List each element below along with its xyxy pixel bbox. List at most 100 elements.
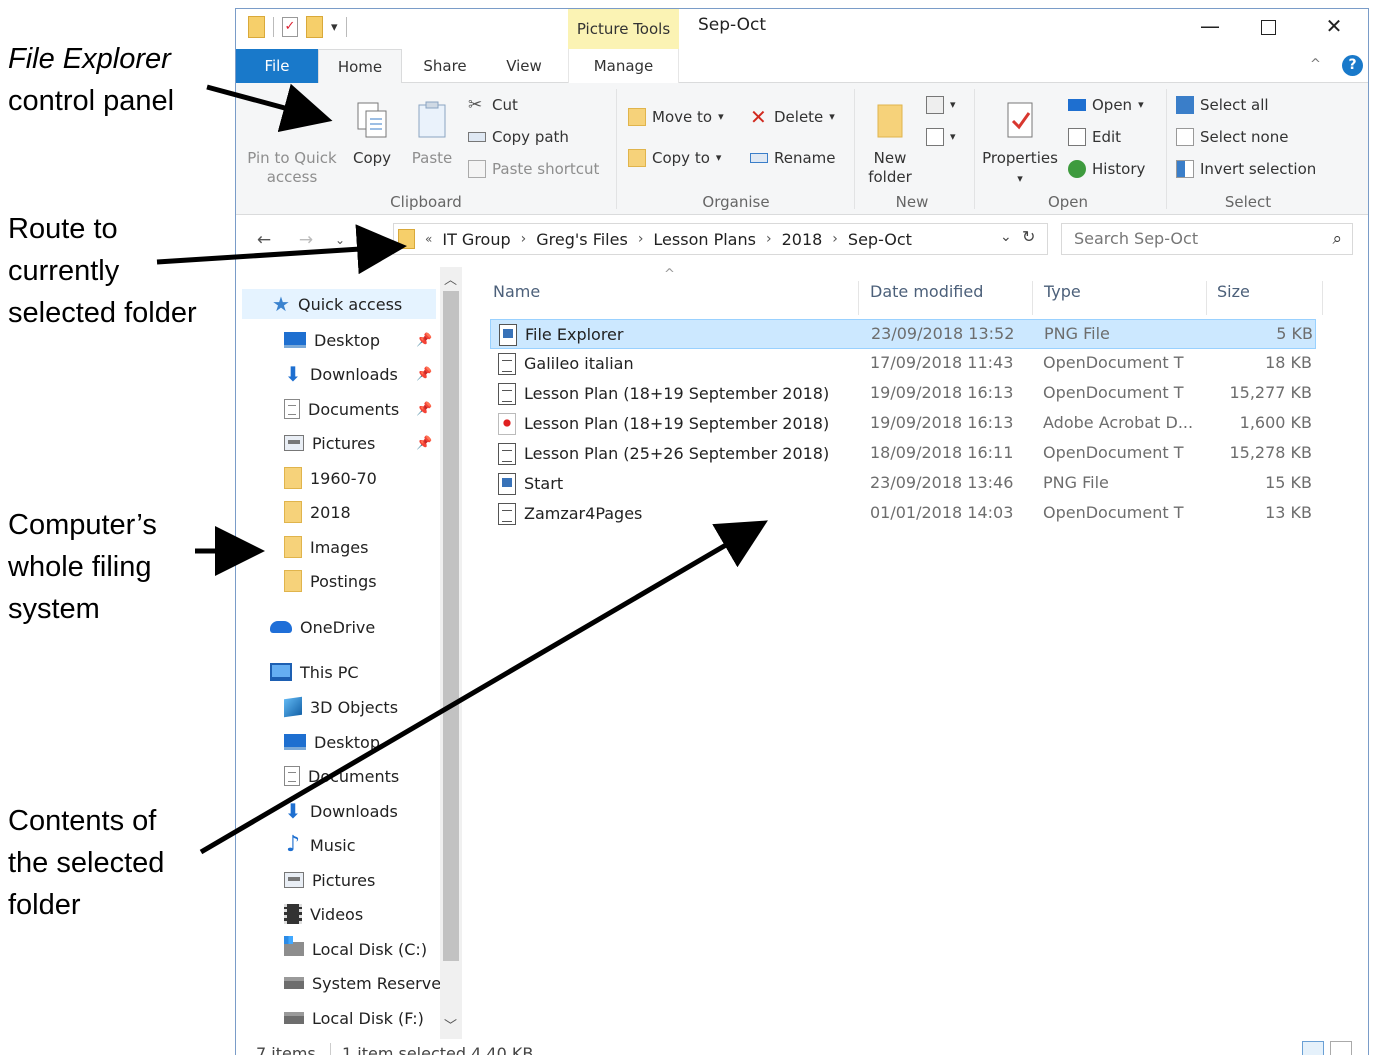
history-button[interactable]: History [1068, 157, 1145, 181]
nav-folder[interactable]: 1960-70 [284, 463, 377, 493]
invert-selection-button[interactable]: Invert selection [1176, 157, 1316, 181]
easy-access-button[interactable]: ▾ [926, 125, 956, 149]
nav-documents[interactable]: Documents [284, 761, 399, 791]
annotation-filing-system: Computer’s whole filing system [8, 504, 157, 630]
refresh-icon[interactable]: ↻ [1022, 227, 1035, 246]
nav-3d-objects[interactable]: 3D Objects [284, 692, 398, 722]
table-row[interactable]: Lesson Plan (18+19 September 2018) 19/09… [490, 379, 1316, 409]
nav-downloads[interactable]: ⬇ Downloads 📌 [284, 359, 434, 389]
nav-system-reserved[interactable]: System Reservec [284, 968, 450, 998]
table-row[interactable]: Lesson Plan (25+26 September 2018) 18/09… [490, 439, 1316, 469]
column-header-size[interactable]: Size [1207, 281, 1323, 315]
nav-music[interactable]: ♪ Music [284, 830, 356, 860]
up-button[interactable]: ↑ [358, 227, 382, 253]
paste-button[interactable]: Paste [406, 99, 458, 168]
properties-button[interactable]: Properties ▾ [982, 99, 1058, 188]
pin-icon[interactable]: 📌 [416, 367, 432, 382]
search-box[interactable]: Search Sep-Oct ⌕ [1061, 223, 1353, 255]
breadcrumb-item[interactable]: Greg's Files [536, 230, 628, 249]
breadcrumb-item[interactable]: IT Group [442, 230, 510, 249]
documents-icon [284, 399, 300, 419]
nav-folder[interactable]: 2018 [284, 497, 351, 527]
table-row[interactable]: Galileo italian 17/09/2018 11:43 OpenDoc… [490, 349, 1316, 379]
cut-button[interactable]: ✂ Cut [468, 93, 518, 117]
recent-locations-button[interactable]: ⌄ [328, 227, 352, 253]
nav-folder[interactable]: Postings [284, 566, 377, 596]
nav-downloads[interactable]: ⬇ Downloads [284, 796, 398, 826]
nav-videos[interactable]: Videos [284, 899, 363, 929]
breadcrumb-overflow[interactable]: « [425, 232, 432, 246]
copy-path-button[interactable]: Copy path [468, 125, 569, 149]
select-all-button[interactable]: Select all [1176, 93, 1269, 117]
select-none-button[interactable]: Select none [1176, 125, 1288, 149]
pin-icon[interactable]: 📌 [416, 436, 432, 451]
tab-share[interactable]: Share [412, 49, 478, 83]
delete-button[interactable]: ✕ Delete ▾ [750, 105, 835, 129]
nav-desktop[interactable]: Desktop 📌 [284, 325, 434, 355]
pin-icon[interactable]: 📌 [416, 333, 432, 348]
edit-button[interactable]: Edit [1068, 125, 1121, 149]
address-bar[interactable]: « IT Group › Greg's Files › Lesson Plans… [393, 223, 1048, 255]
rename-button[interactable]: Rename [750, 146, 836, 170]
breadcrumb-item[interactable]: Lesson Plans [653, 230, 756, 249]
chevron-right-icon[interactable]: › [638, 231, 644, 247]
properties-dropdown-icon: ▾ [1017, 172, 1023, 185]
new-folder-button[interactable]: New folder [862, 99, 918, 187]
nav-pictures[interactable]: Pictures 📌 [284, 428, 434, 458]
tab-home[interactable]: Home [318, 49, 402, 84]
nav-quick-access[interactable]: ★ Quick access [242, 289, 436, 319]
tab-manage[interactable]: Manage [568, 49, 679, 83]
back-button[interactable]: ← [252, 227, 276, 253]
minimize-button[interactable]: — [1180, 9, 1240, 43]
paste-shortcut-button[interactable]: Paste shortcut [468, 157, 599, 181]
selection-info: 1 item selected 4.40 KB [342, 1044, 534, 1055]
nav-pictures[interactable]: Pictures [284, 865, 375, 895]
address-dropdown-icon[interactable]: ⌄ [1000, 229, 1012, 245]
pin-to-quick-access-button[interactable]: Pin to Quick access [246, 99, 338, 187]
breadcrumb-item[interactable]: 2018 [782, 230, 823, 249]
chevron-right-icon[interactable]: › [521, 231, 527, 247]
folder-icon[interactable] [248, 16, 265, 38]
table-row[interactable]: Start 23/09/2018 13:46 PNG File 15 KB [490, 469, 1316, 499]
nav-desktop[interactable]: Desktop [284, 727, 380, 757]
tab-view[interactable]: View [494, 49, 554, 83]
properties-check-icon[interactable]: ✓ [282, 17, 298, 37]
scrollbar-thumb[interactable] [443, 291, 459, 961]
nav-onedrive[interactable]: OneDrive [270, 612, 375, 642]
nav-local-disk-f[interactable]: Local Disk (F:) [284, 1003, 424, 1033]
tab-file[interactable]: File [236, 49, 318, 83]
maximize-button[interactable] [1238, 9, 1298, 43]
nav-documents[interactable]: Documents 📌 [284, 394, 434, 424]
details-view-button[interactable] [1302, 1041, 1324, 1055]
table-row[interactable]: Zamzar4Pages 01/01/2018 14:03 OpenDocume… [490, 499, 1316, 529]
new-item-button[interactable]: ▾ [926, 93, 956, 117]
large-icons-view-button[interactable] [1330, 1041, 1352, 1055]
copy-button[interactable]: Copy [348, 99, 396, 168]
table-row[interactable]: Lesson Plan (18+19 September 2018) 19/09… [490, 409, 1316, 439]
nav-this-pc[interactable]: This PC [270, 657, 359, 687]
new-folder-icon[interactable] [306, 16, 323, 38]
column-header-date[interactable]: Date modified [860, 281, 1033, 315]
paste-icon [418, 101, 446, 138]
open-button[interactable]: Open ▾ [1068, 93, 1144, 117]
pin-icon[interactable]: 📌 [416, 402, 432, 417]
column-header-name[interactable]: Name [483, 281, 859, 315]
scroll-up-icon[interactable]: ︿ [444, 269, 457, 288]
annotation-line: system [8, 593, 100, 625]
chevron-right-icon[interactable]: › [832, 231, 838, 247]
customize-dropdown-icon[interactable]: ▾ [331, 20, 338, 35]
nav-scrollbar[interactable]: ︿ ﹀ [440, 267, 462, 1039]
scroll-down-icon[interactable]: ﹀ [444, 1015, 457, 1034]
table-row[interactable]: File Explorer 23/09/2018 13:52 PNG File … [490, 319, 1316, 349]
forward-button[interactable]: → [294, 227, 318, 253]
chevron-right-icon[interactable]: › [766, 231, 772, 247]
help-icon[interactable]: ? [1342, 55, 1363, 76]
nav-local-disk-c[interactable]: Local Disk (C:) [284, 934, 427, 964]
copy-to-button[interactable]: Copy to ▾ [628, 146, 721, 170]
breadcrumb-item[interactable]: Sep-Oct [848, 230, 912, 249]
column-header-type[interactable]: Type [1034, 281, 1207, 315]
collapse-ribbon-icon[interactable]: ^ [1310, 57, 1321, 72]
move-to-button[interactable]: Move to ▾ [628, 105, 724, 129]
nav-folder[interactable]: Images [284, 532, 368, 562]
close-button[interactable]: ✕ [1304, 9, 1364, 43]
